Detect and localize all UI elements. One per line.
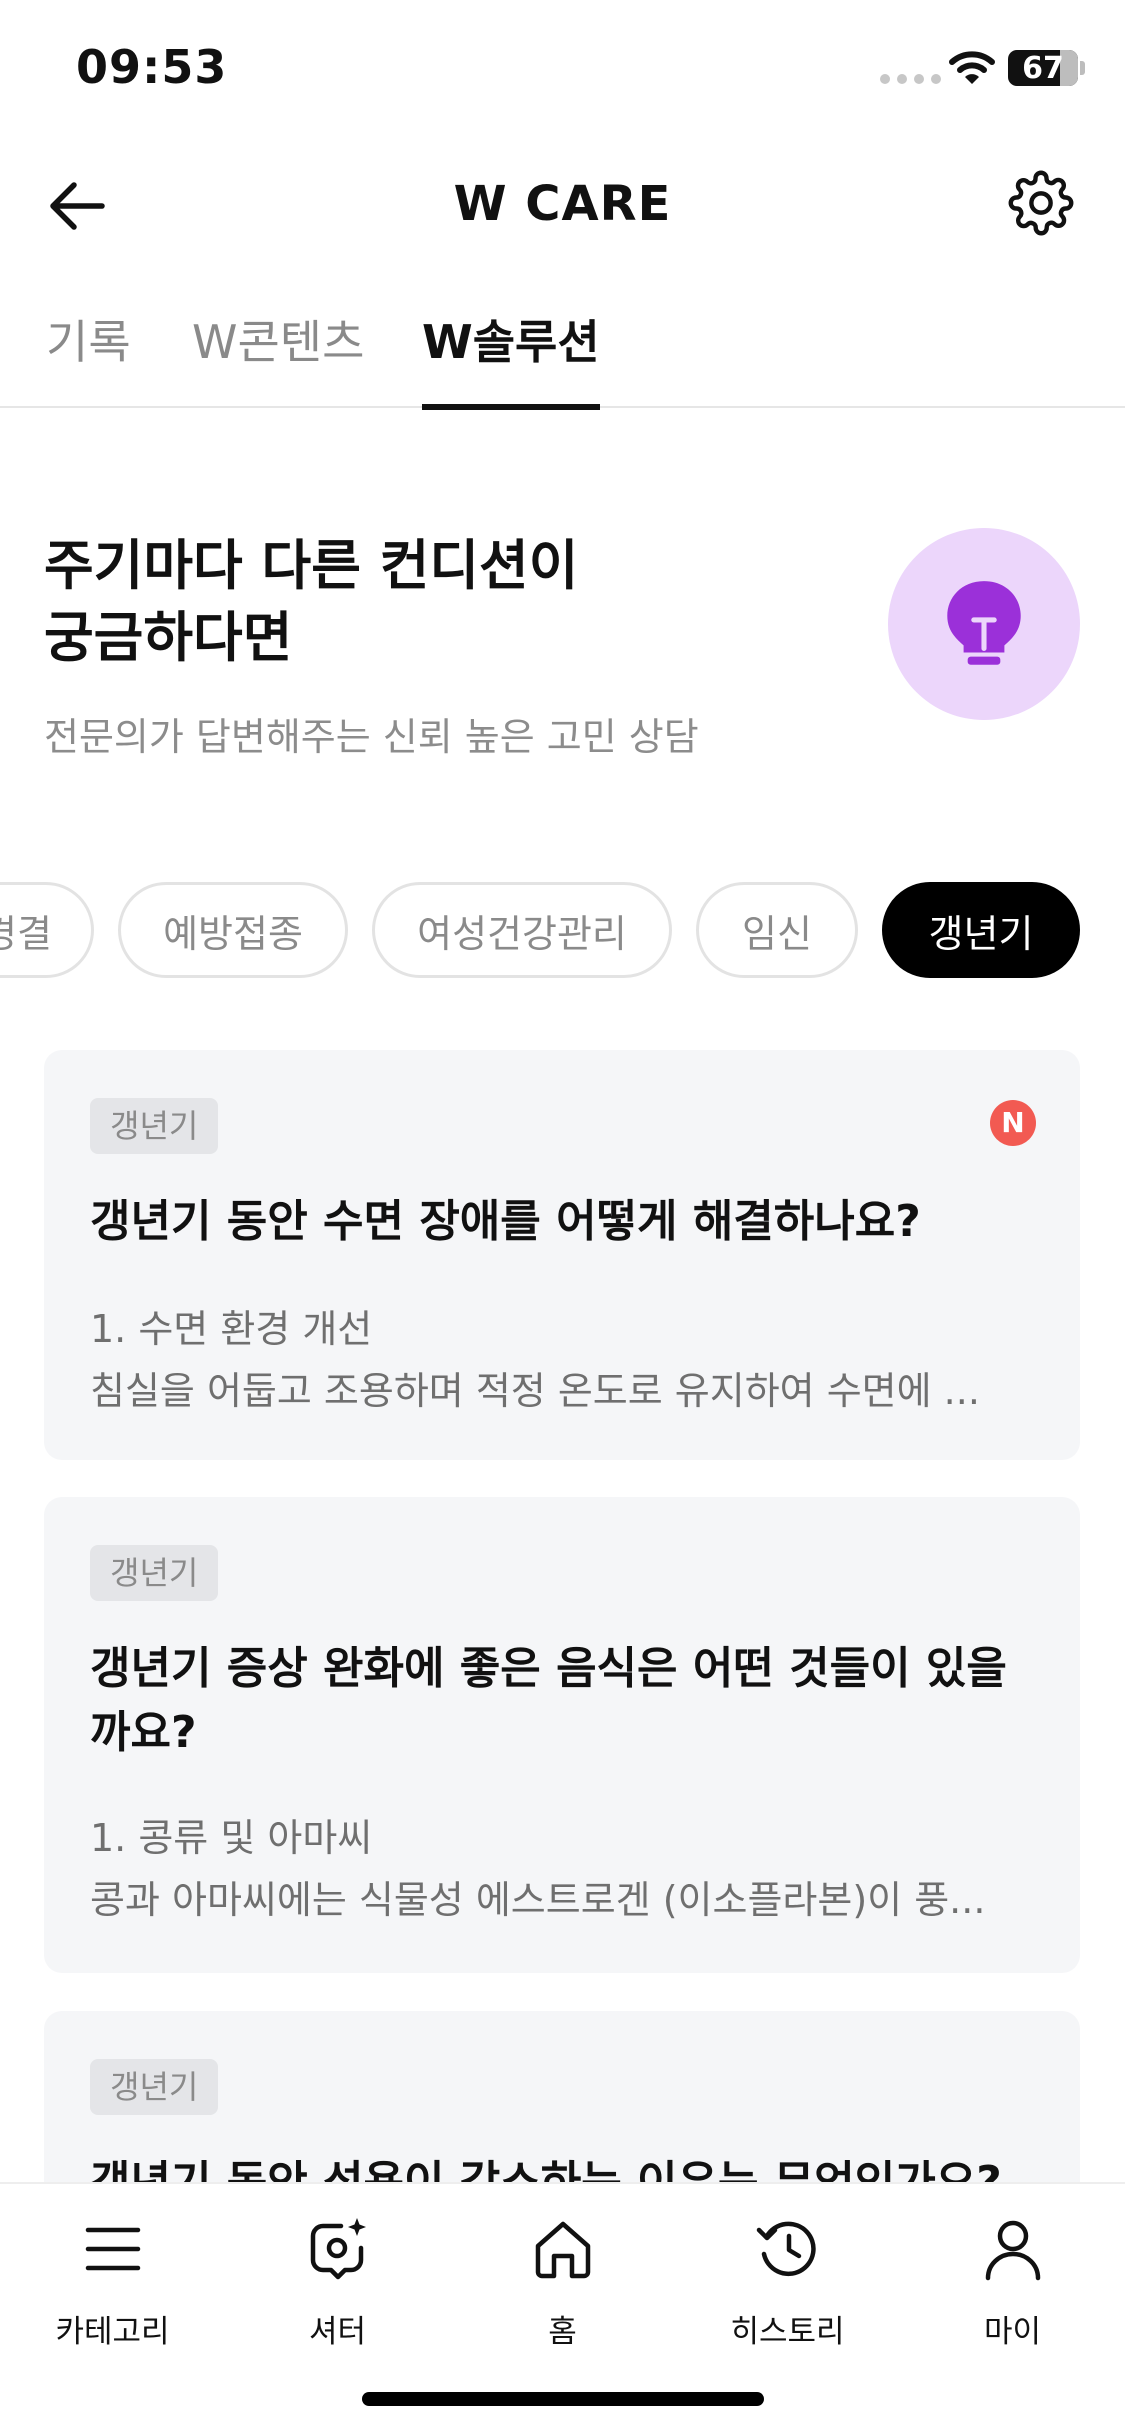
- category-chip[interactable]: 예방접종: [118, 882, 348, 978]
- hero-illustration: [888, 528, 1080, 720]
- category-chip[interactable]: 경결: [0, 882, 94, 978]
- hero-title-line: 궁금하다면: [44, 606, 293, 669]
- qa-card[interactable]: 갱년기 갱년기 증상 완화에 좋은 음식은 어떤 것들이 있을 까요? 1. 콩…: [44, 1497, 1080, 1973]
- wcare-solution-screen: 09:53 67 W CARE 기록 W콘텐츠 W솔루션 주기마다 다른 컨디션…: [0, 0, 1125, 2436]
- status-time: 09:53: [76, 40, 228, 94]
- nav-my[interactable]: 마이: [900, 2206, 1125, 2356]
- nav-label: 카테고리: [55, 2314, 170, 2350]
- nav-category[interactable]: 카테고리: [0, 2206, 225, 2356]
- battery-level: 67: [1022, 51, 1064, 86]
- card-preview-heading: 1. 콩류 및 아마씨: [90, 1816, 373, 1860]
- category-tag: 갱년기: [90, 1545, 219, 1601]
- lightbulb-icon: [947, 581, 1021, 665]
- history-icon: [756, 2221, 816, 2277]
- battery-icon: 67: [1008, 50, 1078, 86]
- card-title: 갱년기 동안 수면 장애를 어떻게 해결하나요?: [90, 1190, 1030, 1254]
- shutter-icon: [310, 2218, 366, 2280]
- category-tag: 갱년기: [90, 2059, 219, 2115]
- page-title: W CARE: [453, 176, 672, 232]
- category-chip-selected[interactable]: 갱년기: [882, 882, 1080, 978]
- app-header: W CARE: [0, 150, 1125, 260]
- nav-label: 셔터: [308, 2314, 367, 2350]
- category-tag: 갱년기: [90, 1098, 219, 1154]
- nav-history[interactable]: 히스토리: [675, 2206, 900, 2356]
- home-indicator: [362, 2392, 764, 2406]
- card-title-line: 갱년기 동안 수면 장애를 어떻게 해결하나요?: [90, 1196, 921, 1247]
- tab-bar: 기록 W콘텐츠 W솔루션: [0, 300, 1125, 410]
- tab-w-solution[interactable]: W솔루션: [422, 306, 600, 410]
- nav-label: 홈: [548, 2314, 577, 2350]
- card-title-line: 갱년기 증상 완화에 좋은 음식은 어떤 것들이 있을: [90, 1643, 1007, 1694]
- cellular-signal-icon: [880, 74, 941, 84]
- menu-icon: [85, 2227, 141, 2271]
- nav-label: 히스토리: [730, 2314, 845, 2350]
- nav-shutter[interactable]: 셔터: [225, 2206, 450, 2356]
- hero-title: 주기마다 다른 컨디션이 궁금하다면: [44, 530, 844, 674]
- card-preview-text: 콩과 아마씨에는 식물성 에스트로겐 (이소플라본)이 풍...: [90, 1878, 986, 1922]
- category-chip-list: 경결 예방접종 여성건강관리 임신 갱년기: [0, 882, 1125, 978]
- card-title: 갱년기 증상 완화에 좋은 음식은 어떤 것들이 있을 까요?: [90, 1637, 1030, 1765]
- gear-icon[interactable]: [1008, 170, 1074, 236]
- tab-w-contents[interactable]: W콘텐츠: [192, 306, 364, 406]
- status-bar: 09:53 67: [0, 0, 1125, 140]
- card-preview-heading: 1. 수면 환경 개선: [90, 1307, 373, 1351]
- category-chip[interactable]: 임신: [696, 882, 858, 978]
- person-icon: [985, 2220, 1041, 2281]
- home-icon: [535, 2221, 591, 2279]
- qa-card[interactable]: 갱년기 N 갱년기 동안 수면 장애를 어떻게 해결하나요? 1. 수면 환경 …: [44, 1050, 1080, 1460]
- card-preview-text: 침실을 어둡고 조용하며 적정 온도로 유지하여 수면에 ...: [90, 1369, 980, 1413]
- card-title-line: 까요?: [90, 1707, 197, 1758]
- hero-subtitle: 전문의가 답변해주는 신뢰 높은 고민 상담: [44, 715, 699, 759]
- hero-title-line: 주기마다 다른 컨디션이: [44, 534, 579, 597]
- nav-home[interactable]: 홈: [450, 2206, 675, 2356]
- nav-label: 마이: [983, 2314, 1042, 2350]
- tab-record[interactable]: 기록: [46, 306, 131, 406]
- category-chip[interactable]: 여성건강관리: [372, 882, 672, 978]
- wifi-icon: [949, 51, 995, 84]
- new-badge: N: [990, 1100, 1036, 1146]
